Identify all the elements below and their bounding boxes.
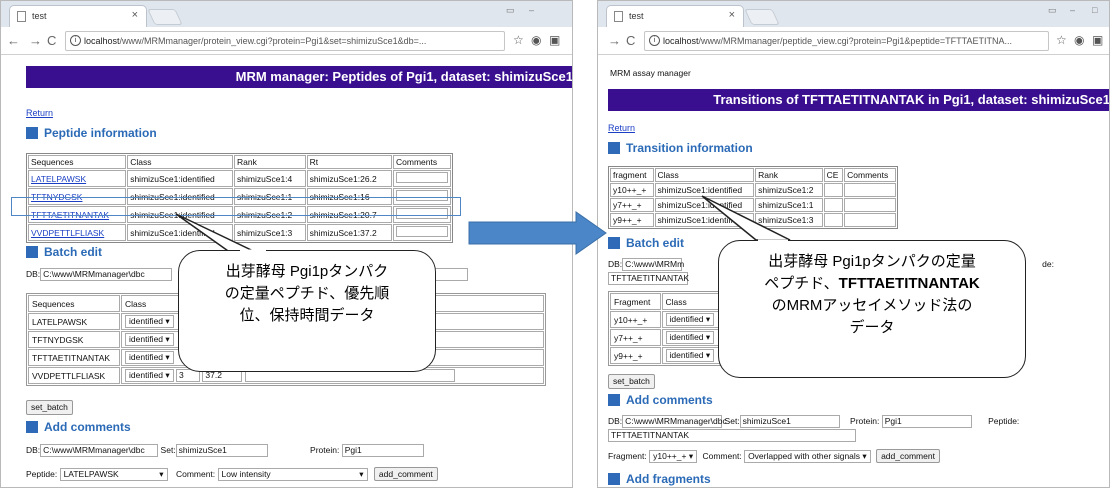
callout-right-mask	[758, 239, 788, 243]
